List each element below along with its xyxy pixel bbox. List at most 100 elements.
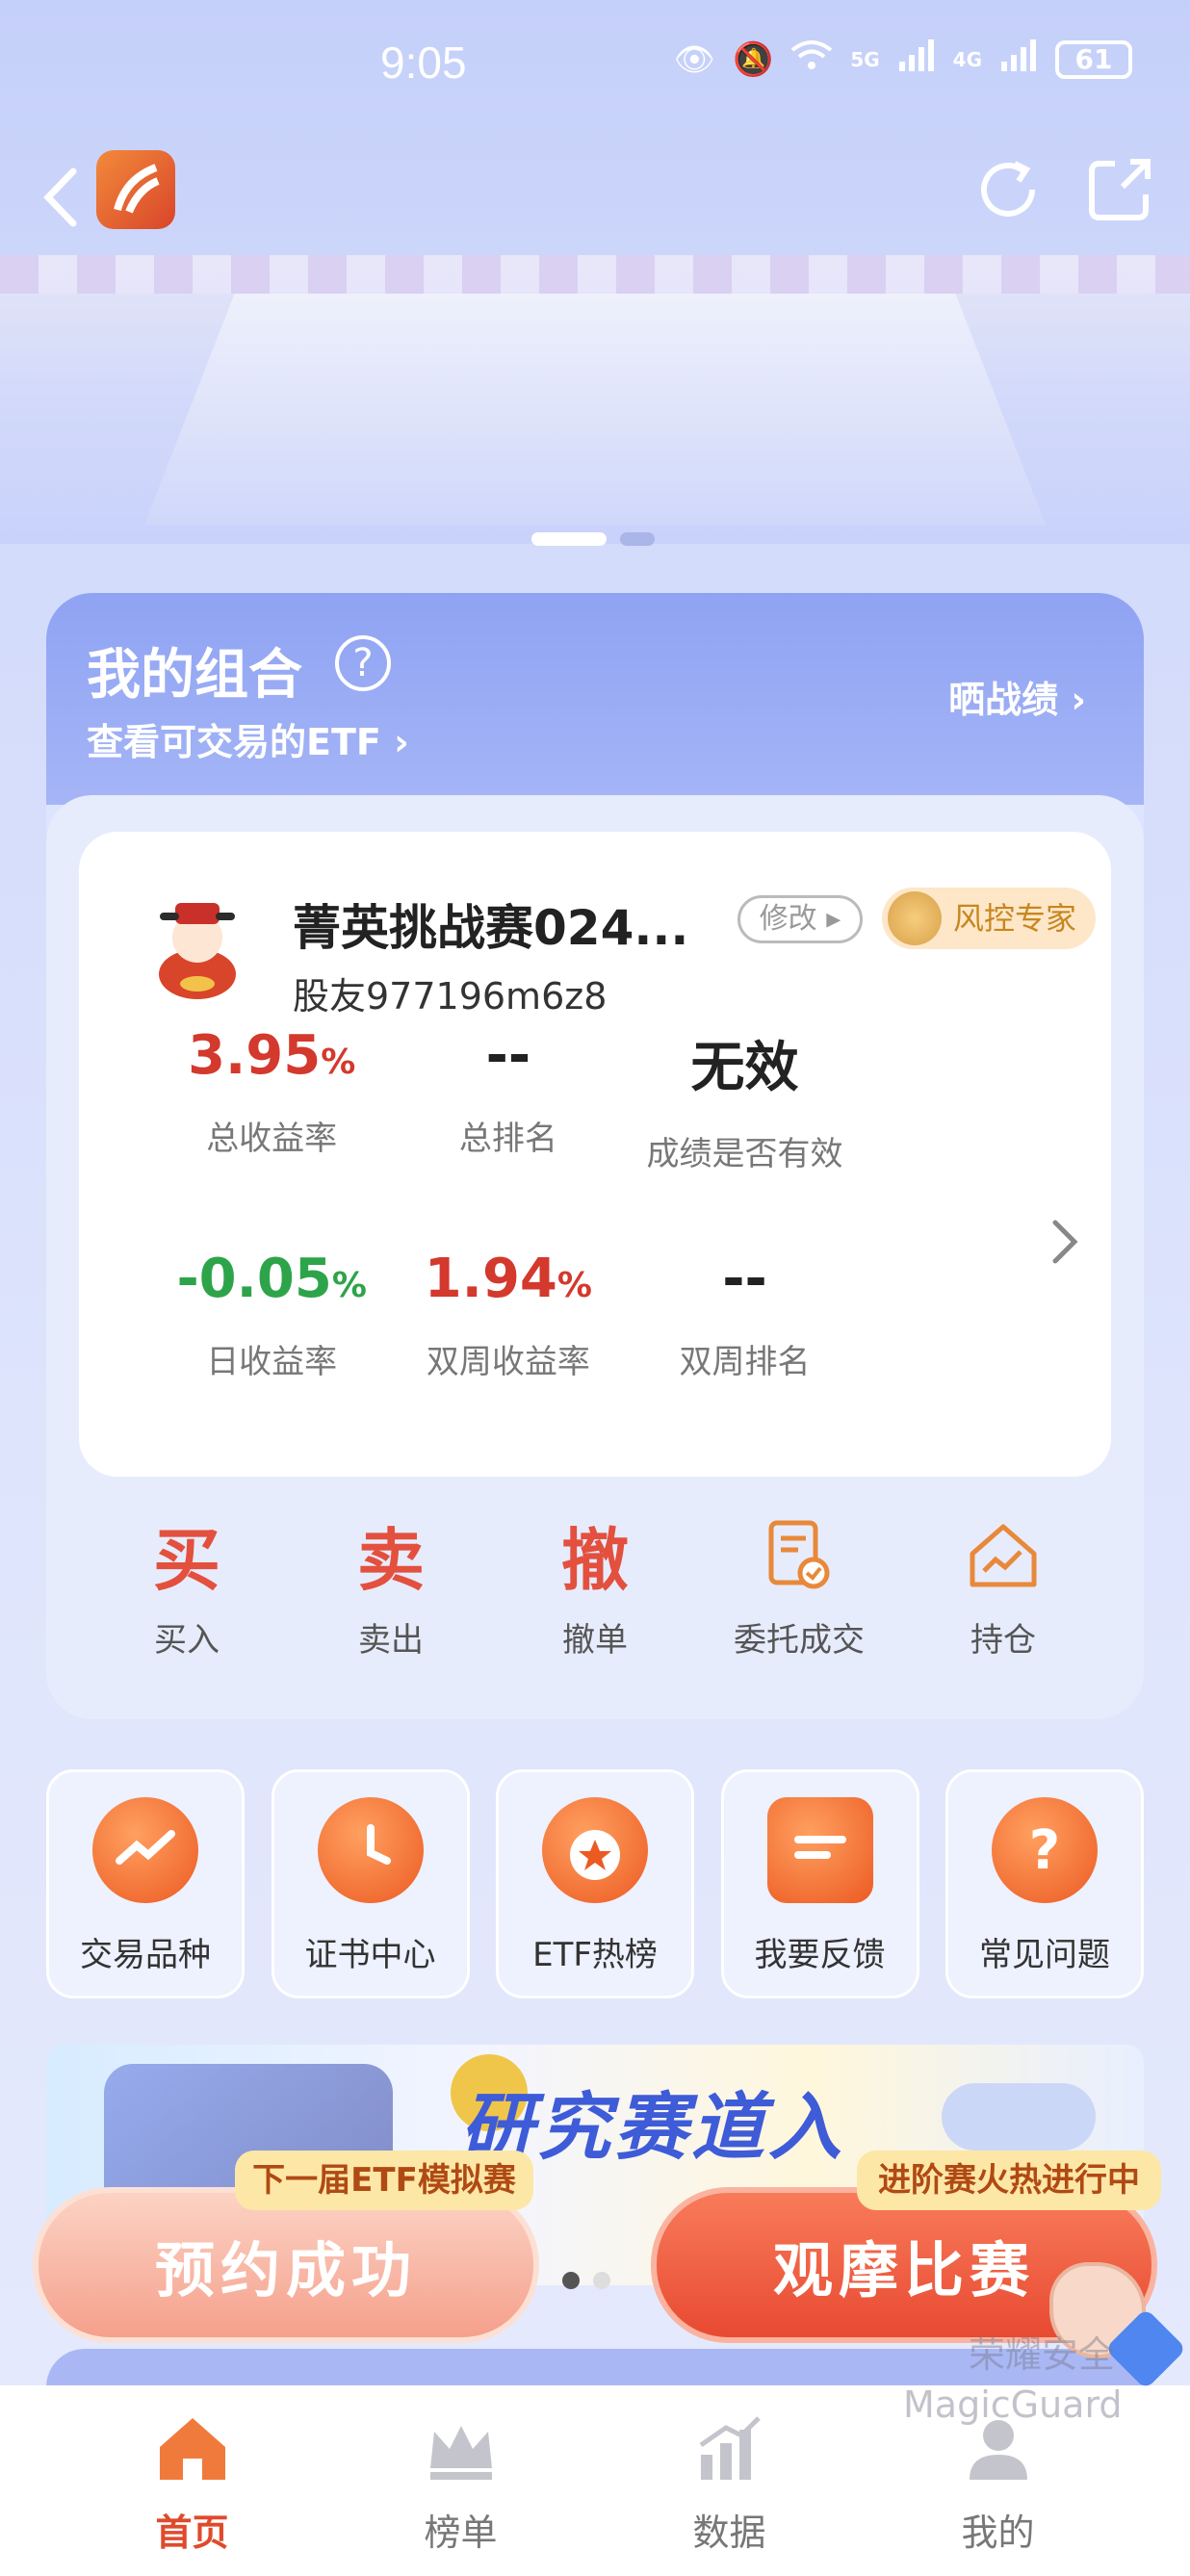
eye-icon: 👁 (673, 39, 715, 79)
nav-rankings[interactable]: 榜单 (365, 2385, 557, 2576)
help-icon[interactable]: ? (335, 635, 391, 691)
sell-button[interactable]: 卖 卖出 (299, 1517, 482, 1661)
cancel-glyph: 撤 (561, 1521, 629, 1600)
watermark-line2: MagicGuard (903, 2383, 1123, 2426)
hero-banner[interactable] (0, 255, 1190, 544)
portfolio-title: 我的组合 (87, 644, 302, 707)
quick-nav-trade-types[interactable]: 交易品种 (46, 1769, 245, 1998)
bar-chart-icon (699, 2416, 761, 2480)
stat-unit: % (321, 1043, 356, 1082)
network-4g-label: 4G (952, 47, 982, 71)
medal-star-icon (542, 1797, 648, 1903)
carousel-dot-active (531, 532, 607, 546)
tradable-etf-label: 查看可交易的ETF (87, 721, 381, 763)
triangle-right-icon: ▸ (826, 902, 841, 936)
share-results-link[interactable]: 晒战绩 › (948, 670, 1086, 723)
refresh-button[interactable] (972, 154, 1044, 225)
portfolio-card[interactable]: 菁英挑战赛024... 修改 ▸ 风控专家 股友977196m6z8 3.95%… (79, 832, 1111, 1477)
chevron-left-icon (43, 167, 77, 227)
crown-icon (429, 2426, 492, 2480)
quick-nav-etf-hot[interactable]: ETF热榜 (496, 1769, 694, 1998)
nav-label: 首页 (155, 2512, 229, 2554)
stat-number: -- (722, 1248, 767, 1310)
share-button[interactable] (1084, 154, 1155, 225)
svg-text:?: ? (1029, 1819, 1060, 1882)
holdings-label: 持仓 (970, 1621, 1036, 1660)
promo-carousel-indicator (562, 2272, 610, 2289)
tradable-etf-link[interactable]: 查看可交易的ETF › (87, 712, 409, 765)
stat-label: 成绩是否有效 (646, 1135, 843, 1173)
status-time: 9:05 (380, 38, 467, 88)
medal-icon (888, 891, 942, 945)
stat-number: 1.94 (424, 1248, 557, 1310)
stat-item: -- 双周排名 (590, 1248, 898, 1382)
chevron-right-icon: › (1071, 679, 1086, 721)
stat-label: 双周排名 (679, 1343, 811, 1381)
carousel-indicator (531, 532, 655, 546)
stat-unit: % (556, 1266, 592, 1305)
quick-nav-label: 常见问题 (979, 1936, 1110, 1974)
cancel-order-button[interactable]: 撤 撤单 (504, 1517, 686, 1661)
stat-number: -0.05 (176, 1248, 332, 1310)
refresh-icon (981, 161, 1035, 217)
user-id: 股友977196m6z8 (293, 975, 608, 1018)
quick-nav-faq[interactable]: ? 常见问题 (945, 1769, 1144, 1998)
quick-nav-label: 交易品种 (80, 1936, 211, 1974)
document-check-icon (708, 1517, 891, 1604)
stat-item: 无效 成绩是否有效 (590, 1024, 898, 1174)
quick-nav-label: 证书中心 (304, 1936, 436, 1974)
advanced-contest-tag: 进阶赛火热进行中 (857, 2151, 1161, 2210)
mute-bell-icon: 🔕 (732, 39, 774, 79)
share-icon (1089, 159, 1151, 220)
status-icons: 👁 🔕 5G 4G 61 (674, 39, 1132, 80)
drone-illustration (942, 2083, 1096, 2151)
buy-glyph: 买 (153, 1521, 220, 1600)
app-header (0, 135, 1190, 260)
reserve-button[interactable]: 预约成功 (33, 2187, 539, 2343)
network-5g-label: 5G (850, 47, 880, 71)
signal-icon (897, 39, 936, 80)
clock-icon (317, 1797, 424, 1903)
quick-nav: 交易品种 证书中心 ETF热榜 我要反馈 ? 常见问题 (46, 1769, 1144, 1998)
security-watermark: 荣耀安全 MagicGuard (903, 2330, 1123, 2430)
risk-expert-badge[interactable]: 风控专家 (882, 888, 1096, 949)
badge-label: 风控专家 (953, 900, 1077, 937)
nav-label: 我的 (961, 2512, 1035, 2554)
holdings-button[interactable]: 持仓 (912, 1517, 1095, 1661)
quick-nav-feedback[interactable]: 我要反馈 (720, 1769, 919, 1998)
nav-label: 榜单 (424, 2512, 498, 2554)
orders-button[interactable]: 委托成交 (708, 1517, 891, 1661)
app-logo (96, 150, 175, 229)
edit-button[interactable]: 修改 ▸ (737, 895, 863, 943)
trade-actions: 买 买入 卖 卖出 撤 撤单 委托成交 持仓 (46, 1517, 1144, 1661)
feedback-message-icon (766, 1797, 873, 1903)
chevron-right-icon[interactable] (1046, 1213, 1084, 1271)
sell-glyph: 卖 (357, 1521, 425, 1600)
trend-magnifier-icon (92, 1797, 198, 1903)
cancel-order-label: 撤单 (562, 1621, 628, 1660)
buy-label: 买入 (154, 1621, 220, 1660)
quick-nav-label: 我要反馈 (754, 1936, 886, 1974)
wifi-icon (790, 39, 833, 80)
next-etf-contest-tag: 下一届ETF模拟赛 (235, 2151, 533, 2210)
portfolio-name: 菁英挑战赛024... (293, 900, 689, 956)
stat-value: 无效 (590, 1024, 898, 1102)
buy-button[interactable]: 买 买入 (95, 1517, 278, 1661)
back-button[interactable] (37, 164, 85, 231)
sell-label: 卖出 (358, 1621, 424, 1660)
house-chart-icon (912, 1517, 1095, 1604)
quick-nav-label: ETF热榜 (532, 1936, 658, 1974)
edit-label: 修改 (759, 902, 817, 936)
home-icon (159, 2418, 225, 2480)
nav-data[interactable]: 数据 (634, 2385, 826, 2576)
battery-icon: 61 (1055, 39, 1132, 79)
nav-home[interactable]: 首页 (96, 2385, 289, 2576)
nav-label: 数据 (692, 2512, 766, 2554)
watermark-line1: 荣耀安全 (968, 2333, 1115, 2376)
portfolio-panel: 我的组合 ? 查看可交易的ETF › 晒战绩 › 菁英挑战赛024... 修改 … (46, 593, 1144, 1719)
quick-nav-certificates[interactable]: 证书中心 (271, 1769, 470, 1998)
status-bar: 9:05 👁 🔕 5G 4G 61 (0, 0, 1190, 135)
orders-label: 委托成交 (734, 1621, 865, 1660)
stat-number: 无效 (690, 1037, 799, 1099)
carousel-dot (620, 532, 655, 546)
